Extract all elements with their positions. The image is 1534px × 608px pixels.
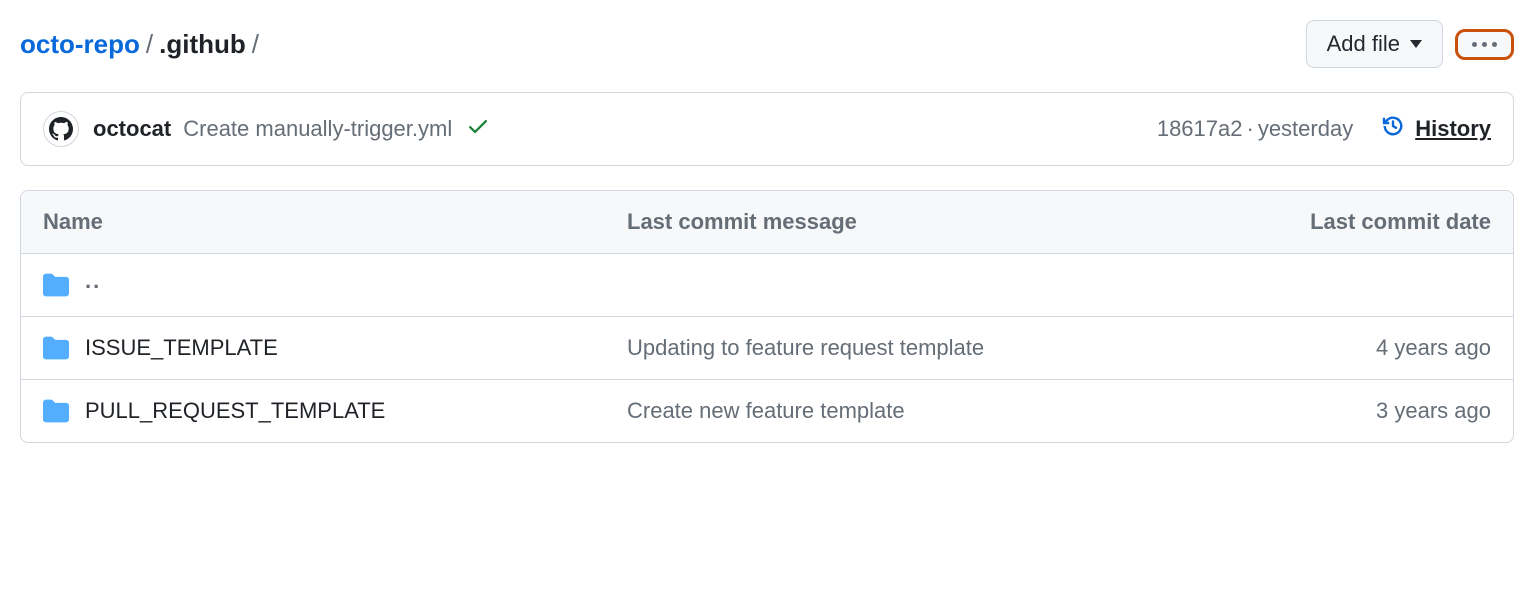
more-options-button[interactable]: [1455, 29, 1514, 60]
latest-commit-bar: octocat Create manually-trigger.yml 1861…: [20, 92, 1514, 166]
breadcrumb-current: .github: [159, 29, 246, 60]
check-icon[interactable]: [466, 114, 490, 144]
cell-message[interactable]: Create new feature template: [627, 398, 1211, 424]
table-row-parent[interactable]: ..: [21, 254, 1513, 317]
parent-dir-name: ..: [85, 268, 101, 294]
commit-when: yesterday: [1258, 116, 1353, 142]
add-file-button[interactable]: Add file: [1306, 20, 1443, 68]
breadcrumb: octo-repo / .github /: [20, 29, 259, 60]
col-date-header: Last commit date: [1211, 209, 1491, 235]
folder-icon: [43, 335, 69, 361]
file-name: PULL_REQUEST_TEMPLATE: [85, 398, 385, 424]
commit-message[interactable]: Create manually-trigger.yml: [183, 116, 452, 142]
header-row: octo-repo / .github / Add file: [20, 20, 1514, 68]
cell-name[interactable]: PULL_REQUEST_TEMPLATE: [43, 398, 627, 424]
breadcrumb-trailing: /: [252, 29, 259, 60]
folder-icon: [43, 398, 69, 424]
kebab-icon: [1472, 42, 1497, 47]
table-header: Name Last commit message Last commit dat…: [21, 191, 1513, 254]
folder-icon: [43, 272, 69, 298]
history-label: History: [1415, 116, 1491, 142]
col-message-header: Last commit message: [627, 209, 1211, 235]
breadcrumb-repo-link[interactable]: octo-repo: [20, 29, 140, 60]
file-table: Name Last commit message Last commit dat…: [20, 190, 1514, 443]
header-actions: Add file: [1306, 20, 1514, 68]
add-file-label: Add file: [1327, 31, 1400, 57]
dot-separator: ·: [1246, 116, 1253, 142]
octocat-icon: [49, 117, 73, 141]
avatar[interactable]: [43, 111, 79, 147]
table-row: PULL_REQUEST_TEMPLATE Create new feature…: [21, 380, 1513, 442]
cell-date: 4 years ago: [1211, 335, 1491, 361]
history-link[interactable]: History: [1381, 114, 1491, 144]
file-name: ISSUE_TEMPLATE: [85, 335, 278, 361]
table-row: ISSUE_TEMPLATE Updating to feature reque…: [21, 317, 1513, 380]
cell-message[interactable]: Updating to feature request template: [627, 335, 1211, 361]
cell-date: 3 years ago: [1211, 398, 1491, 424]
triangle-down-icon: [1410, 40, 1422, 48]
col-name-header: Name: [43, 209, 627, 235]
commit-author[interactable]: octocat: [93, 116, 171, 142]
breadcrumb-separator: /: [146, 29, 153, 60]
history-icon: [1381, 114, 1405, 144]
commit-sha[interactable]: 18617a2: [1157, 116, 1243, 142]
cell-name[interactable]: ISSUE_TEMPLATE: [43, 335, 627, 361]
